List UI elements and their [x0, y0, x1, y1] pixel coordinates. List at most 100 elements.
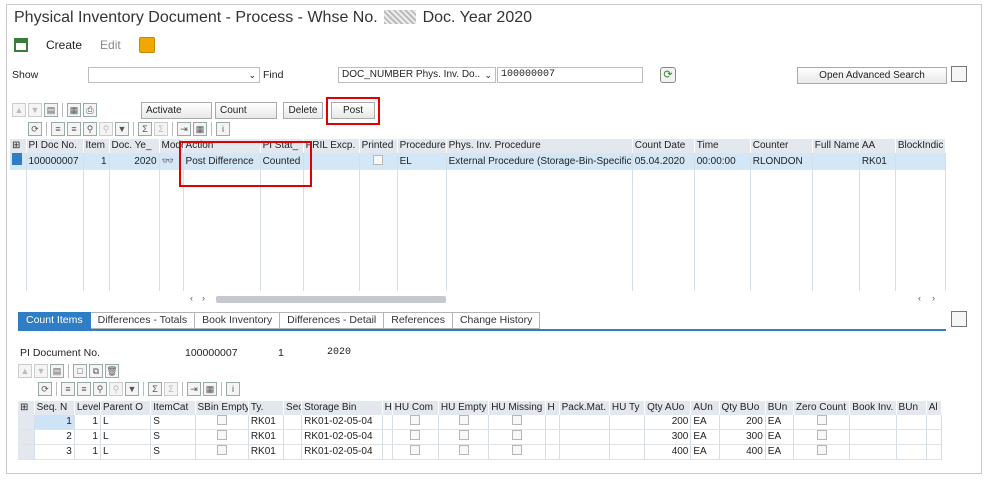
- col-header-zero-count[interactable]: Zero Count: [793, 401, 851, 415]
- move-up-icon[interactable]: ▲: [18, 364, 32, 378]
- col-header-aun[interactable]: AUn: [690, 401, 720, 415]
- execute-search-icon[interactable]: ⟳: [660, 67, 676, 83]
- col-header-book-inv[interactable]: Book Inv.: [849, 401, 897, 415]
- note-icon[interactable]: [138, 37, 155, 53]
- col-header-time[interactable]: Time: [694, 139, 751, 153]
- col-header-doc-ye[interactable]: Doc. Ye_: [109, 139, 160, 153]
- layout-grid-icon[interactable]: ▦: [193, 122, 207, 136]
- scroll-thumb[interactable]: [216, 296, 446, 303]
- col-header-printed[interactable]: Printed: [359, 139, 398, 153]
- tab-count-items[interactable]: Count Items: [18, 312, 91, 329]
- select-all-icon[interactable]: ⊞: [18, 401, 35, 415]
- cell-seq-n[interactable]: 1: [34, 415, 75, 430]
- sum-icon[interactable]: Σ: [138, 122, 152, 136]
- checkbox[interactable]: [410, 415, 421, 425]
- sort-asc-icon[interactable]: ≡: [61, 382, 75, 396]
- find-icon[interactable]: ⚲: [93, 382, 107, 396]
- scroll-right-icon[interactable]: ›: [202, 293, 205, 303]
- checkbox[interactable]: [216, 415, 227, 425]
- sort-desc-icon[interactable]: ≡: [77, 382, 91, 396]
- col-header-phys-inv-procedure[interactable]: Phys. Inv. Procedure: [446, 139, 633, 153]
- col-header-parent-o[interactable]: Parent O: [100, 401, 152, 415]
- scroll-right-icon[interactable]: ›: [932, 293, 935, 303]
- col-header-al[interactable]: Al: [926, 401, 942, 415]
- sort-desc-icon[interactable]: ≡: [67, 122, 81, 136]
- printed-checkbox[interactable]: [373, 154, 384, 165]
- col-header-sec[interactable]: Sec: [283, 401, 303, 415]
- new-item-icon[interactable]: □: [73, 364, 87, 378]
- col-header-aa[interactable]: AA: [859, 139, 896, 153]
- tab-differences-totals[interactable]: Differences - Totals: [90, 312, 196, 329]
- field-select[interactable]: DOC_NUMBER Phys. Inv. Do.. ⌄: [338, 67, 496, 83]
- details-icon[interactable]: ▤: [50, 364, 64, 378]
- refresh-icon[interactable]: ⟳: [38, 382, 52, 396]
- export-icon[interactable]: ⇥: [177, 122, 191, 136]
- info-icon[interactable]: i: [216, 122, 230, 136]
- table-row[interactable]: 100000007 1 2020 👓 Post Difference Counted EL E…: [10, 153, 946, 170]
- move-down-icon[interactable]: ▼: [28, 103, 42, 117]
- col-header-pack-mat[interactable]: Pack.Mat.: [559, 401, 610, 415]
- count-button[interactable]: Count: [215, 102, 277, 119]
- col-header-item[interactable]: Item: [83, 139, 110, 153]
- checkbox[interactable]: [410, 445, 421, 455]
- cell-seq-n[interactable]: 2: [34, 429, 75, 445]
- checkbox[interactable]: [458, 445, 469, 455]
- table-row[interactable]: 1 1 L S RK01 RK01-02-05-04 200 EA 200 EA: [18, 415, 942, 430]
- tab-book-inventory[interactable]: Book Inventory: [195, 312, 281, 329]
- checkbox[interactable]: [816, 415, 827, 425]
- activate-button[interactable]: Activate: [141, 102, 212, 119]
- copy-icon[interactable]: ⧉: [89, 364, 103, 378]
- col-header-qty-auo[interactable]: Qty AUo: [644, 401, 692, 415]
- tab-references[interactable]: References: [384, 312, 453, 329]
- export-icon[interactable]: ⇥: [187, 382, 201, 396]
- layout-grid-icon[interactable]: ▦: [203, 382, 217, 396]
- subtotal-icon[interactable]: Σ: [164, 382, 178, 396]
- scroll-left-icon[interactable]: ‹: [190, 293, 193, 303]
- row-selector[interactable]: [18, 415, 35, 430]
- col-header-h[interactable]: H: [545, 401, 560, 415]
- save-icon[interactable]: ▦: [67, 103, 81, 117]
- info-icon[interactable]: i: [226, 382, 240, 396]
- col-header-ty[interactable]: Ty.: [248, 401, 285, 415]
- move-up-icon[interactable]: ▲: [12, 103, 26, 117]
- checkbox[interactable]: [816, 445, 827, 455]
- sum-icon[interactable]: Σ: [148, 382, 162, 396]
- sort-asc-icon[interactable]: ≡: [51, 122, 65, 136]
- col-header-qty-buo[interactable]: Qty BUo: [719, 401, 766, 415]
- col-header-count-date[interactable]: Count Date: [632, 139, 695, 153]
- col-header-full-name[interactable]: Full Name: [812, 139, 860, 153]
- checkbox[interactable]: [458, 430, 469, 440]
- col-header-procedure[interactable]: Procedure: [397, 139, 447, 153]
- select-all-icon[interactable]: ⊞: [10, 139, 27, 153]
- filter-icon[interactable]: ▼: [125, 382, 139, 396]
- show-select[interactable]: ⌄: [88, 67, 260, 83]
- print-icon[interactable]: ⎙: [83, 103, 97, 117]
- table-row[interactable]: 3 1 L S RK01 RK01-02-05-04 400 EA 400 EA: [18, 444, 942, 460]
- search-value-input[interactable]: 100000007: [497, 67, 643, 83]
- layout-icon[interactable]: [951, 66, 967, 82]
- hierarchy-icon[interactable]: [14, 38, 28, 52]
- tab-differences-detail[interactable]: Differences - Detail: [280, 312, 385, 329]
- row-selector[interactable]: [18, 444, 35, 460]
- move-down-icon[interactable]: ▼: [34, 364, 48, 378]
- col-header-hu-empty[interactable]: HU Empty: [438, 401, 490, 415]
- refresh-icon[interactable]: ⟳: [28, 122, 42, 136]
- horizontal-scrollbar[interactable]: ‹ › ‹ ›: [190, 293, 940, 305]
- col-header-hu-missing[interactable]: HU Missing: [488, 401, 546, 415]
- row-selector[interactable]: [18, 429, 35, 445]
- col-header-h[interactable]: H: [382, 401, 393, 415]
- checkbox[interactable]: [511, 430, 522, 440]
- col-header-counter[interactable]: Counter: [750, 139, 813, 153]
- table-row[interactable]: 2 1 L S RK01 RK01-02-05-04 300 EA 300 EA: [18, 429, 942, 445]
- col-header-sbin-empty[interactable]: SBin Empty: [195, 401, 249, 415]
- col-header-storage-bin[interactable]: Storage Bin: [301, 401, 383, 415]
- checkbox[interactable]: [511, 445, 522, 455]
- col-header-hu-com[interactable]: HU Com: [392, 401, 439, 415]
- checkbox[interactable]: [216, 430, 227, 440]
- row-selector[interactable]: [10, 153, 27, 170]
- filter-icon[interactable]: ▼: [115, 122, 129, 136]
- checkbox[interactable]: [816, 430, 827, 440]
- create-button[interactable]: Create: [46, 38, 82, 52]
- col-header-seq-n[interactable]: Seq. N: [34, 401, 75, 415]
- checkbox[interactable]: [410, 430, 421, 440]
